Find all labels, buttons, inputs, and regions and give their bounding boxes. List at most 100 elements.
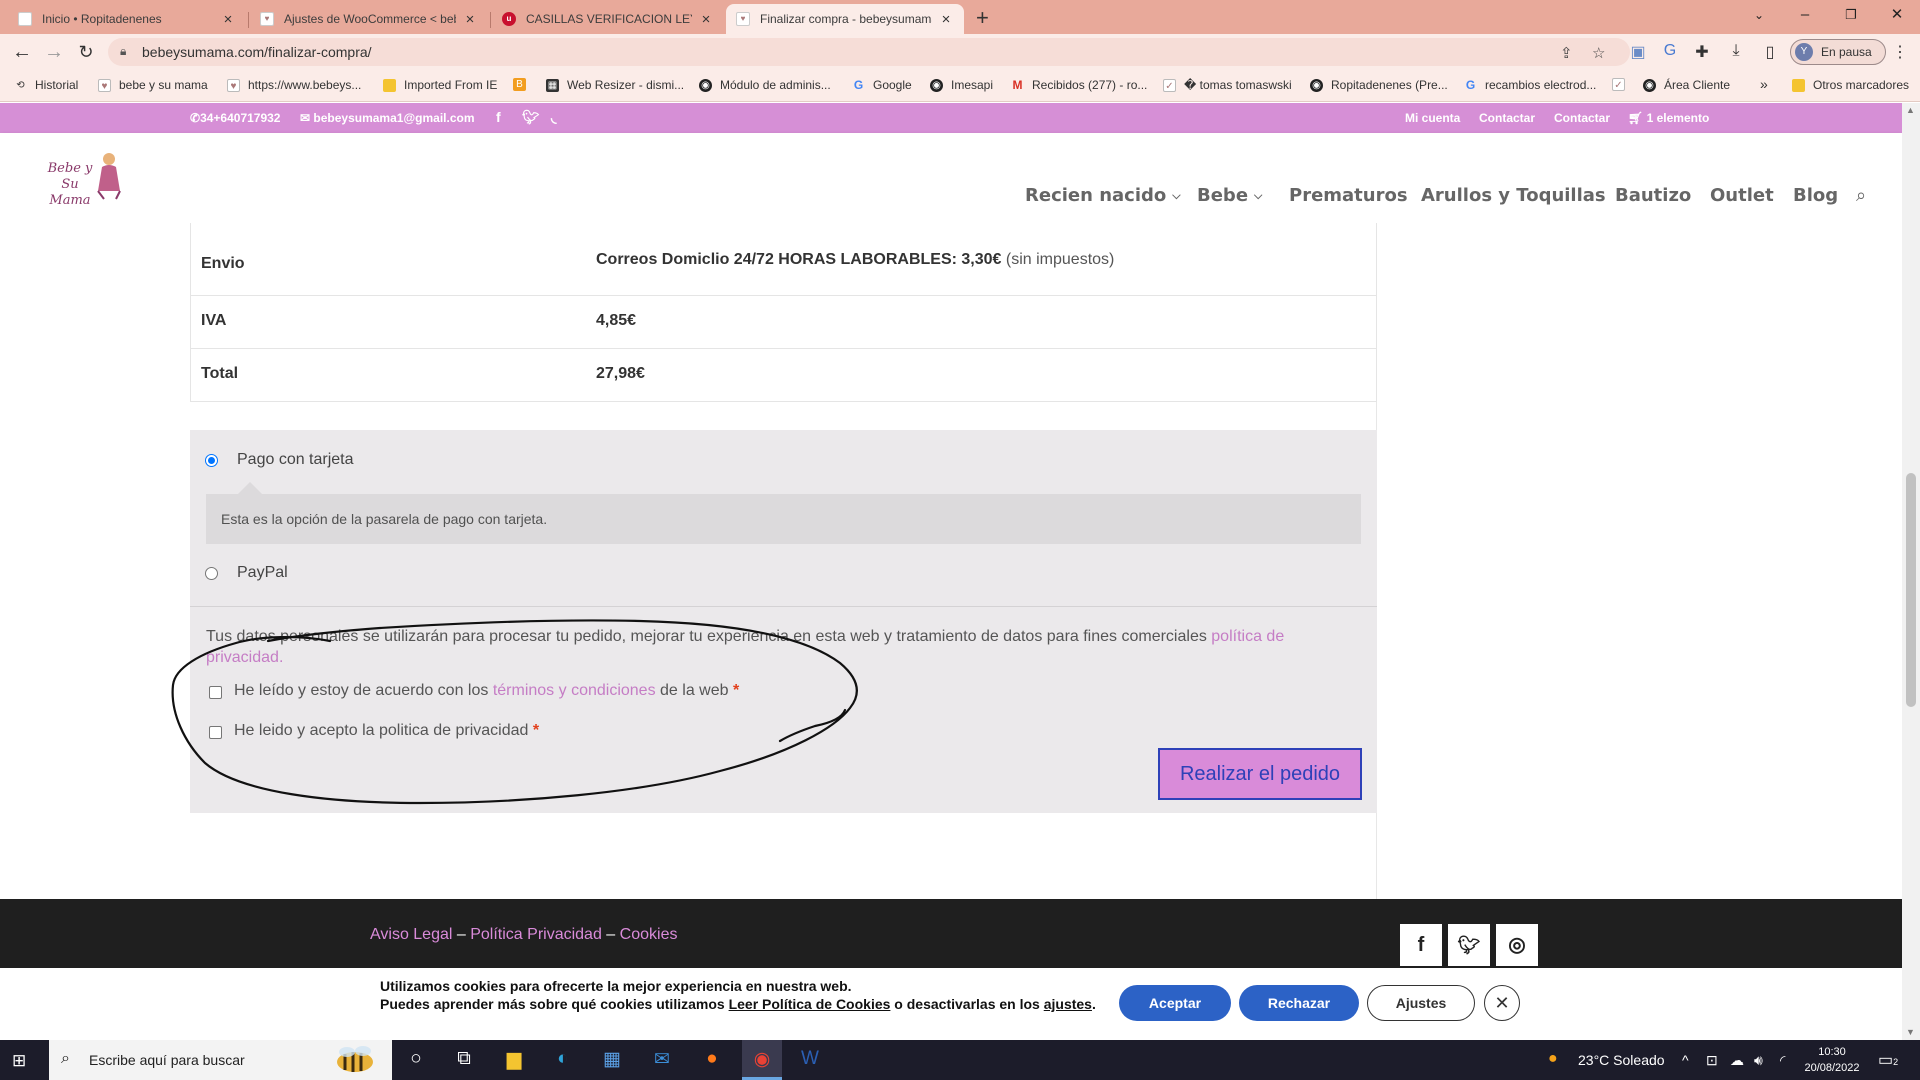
reject-cookies-button[interactable]: Rechazar: [1239, 985, 1359, 1021]
onedrive-icon[interactable]: ☁: [1730, 1052, 1744, 1069]
page-scrollbar[interactable]: ▲ ▼: [1902, 103, 1920, 1040]
nav-arullos-toquillas[interactable]: Arullos y Toquillas: [1421, 185, 1606, 206]
bookmark-star-icon[interactable]: ☆: [1592, 44, 1605, 62]
task-view-icon[interactable]: ⧉: [444, 1048, 484, 1070]
facebook-icon[interactable]: f: [1400, 924, 1442, 966]
contact-link[interactable]: Contactar: [1479, 111, 1535, 125]
bookmark-web-resizer[interactable]: ▦ Web Resizer - dismi...: [546, 78, 684, 92]
legal-notice-link[interactable]: Aviso Legal: [370, 926, 452, 943]
paypal-radio[interactable]: [205, 567, 218, 580]
bookmark-recambios[interactable]: Grecambios electrod...: [1464, 78, 1597, 92]
bookmark-google[interactable]: G Google: [852, 78, 912, 92]
scroll-up-icon[interactable]: ▲: [1906, 105, 1915, 115]
bookmark-gmail[interactable]: M Recibidos (277) - ro...: [1011, 78, 1148, 92]
privacy-policy-footer-link[interactable]: Política Privacidad: [470, 926, 602, 943]
puzzle-extensions-icon[interactable]: ✚: [1692, 42, 1712, 62]
cortana-icon[interactable]: ○: [396, 1048, 436, 1070]
side-panel-icon[interactable]: ▯: [1760, 42, 1780, 62]
share-icon[interactable]: ⇪: [1560, 44, 1573, 62]
bookmark-page[interactable]: ✓: [1612, 78, 1633, 91]
weather-text[interactable]: 23°C Soleado: [1578, 1052, 1665, 1068]
bookmark-tomas[interactable]: ✓ � tomas tomaswski: [1163, 78, 1292, 92]
nav-prematuros[interactable]: Prematuros: [1289, 185, 1408, 206]
bookmark-blogger[interactable]: B: [513, 78, 534, 91]
email-link[interactable]: ✉ bebeysumama1@gmail.com: [300, 111, 475, 125]
phone-link[interactable]: ✆34+640717932: [190, 111, 280, 125]
close-tab-icon[interactable]: ×: [698, 11, 714, 28]
instagram-icon[interactable]: ◎: [1496, 924, 1538, 966]
bookmark-area-cliente[interactable]: ◉ Área Cliente: [1643, 78, 1730, 92]
lock-icon[interactable]: 🔒︎: [120, 44, 126, 59]
network-icon[interactable]: ⊡: [1706, 1052, 1718, 1069]
translate-icon[interactable]: G: [1660, 42, 1680, 60]
rss-icon[interactable]: ◟: [551, 109, 556, 126]
other-bookmarks-folder[interactable]: Otros marcadores: [1792, 78, 1909, 92]
scroll-down-icon[interactable]: ▼: [1906, 1027, 1915, 1037]
edge-icon[interactable]: ◐: [543, 1048, 583, 1070]
download-icon[interactable]: ⤓: [1726, 42, 1746, 60]
tab-finalizar-compra[interactable]: ♥ Finalizar compra - bebeysumama ×: [726, 4, 964, 34]
cookie-policy-link[interactable]: Leer Política de Cookies: [729, 996, 891, 1012]
facebook-icon[interactable]: f: [496, 109, 501, 125]
notifications-icon[interactable]: ▭2: [1878, 1050, 1898, 1070]
bookmark-bebe-y-su-mama[interactable]: ♥ bebe y su mama: [98, 78, 208, 92]
twitter-icon[interactable]: 🐦︎: [522, 109, 540, 126]
back-icon[interactable]: ←: [10, 40, 34, 64]
privacy-check-label[interactable]: He leido y acepto la politica de privaci…: [234, 722, 539, 740]
nav-bautizo[interactable]: Bautizo: [1615, 185, 1691, 206]
scroll-thumb[interactable]: [1906, 473, 1916, 707]
tab-search-icon[interactable]: ⌄: [1736, 0, 1782, 30]
taskbar-clock[interactable]: 10:30 20/08/2022: [1804, 1044, 1860, 1076]
bookmark-imported-from-ie[interactable]: Imported From IE: [383, 78, 497, 92]
show-hidden-icons[interactable]: ^: [1682, 1052, 1689, 1068]
cookie-settings-link[interactable]: ajustes: [1044, 996, 1092, 1012]
weather-sun-icon[interactable]: ●: [1548, 1050, 1558, 1068]
bookmark-historial[interactable]: ⟲ Historial: [14, 78, 78, 92]
word-icon[interactable]: W: [790, 1048, 830, 1070]
minimize-icon[interactable]: –: [1782, 0, 1828, 30]
volume-icon[interactable]: 🔊︎: [1754, 1052, 1763, 1069]
firefox-icon[interactable]: ●: [692, 1048, 732, 1070]
nav-recien-nacido[interactable]: Recien nacido ⌵: [1025, 185, 1181, 206]
profile-button[interactable]: Y En pausa: [1790, 39, 1886, 65]
tab-woocommerce[interactable]: ♥ Ajustes de WooCommerce < beb ×: [250, 4, 488, 34]
url-text[interactable]: bebeysumama.com/finalizar-compra/: [142, 44, 372, 60]
close-window-icon[interactable]: ✕: [1874, 0, 1920, 30]
wifi-icon[interactable]: ◜: [1780, 1052, 1785, 1069]
nav-blog[interactable]: Blog: [1793, 185, 1838, 206]
paypal-label[interactable]: PayPal: [237, 564, 288, 582]
restore-icon[interactable]: ❐: [1828, 0, 1874, 30]
card-payment-radio[interactable]: [205, 454, 218, 467]
menu-kebab-icon[interactable]: ⋮: [1890, 42, 1910, 62]
nav-outlet[interactable]: Outlet: [1710, 185, 1774, 206]
terms-label[interactable]: He leído y estoy de acuerdo con los térm…: [234, 682, 739, 700]
cart-link[interactable]: 🛒︎ 1 elemento: [1628, 111, 1709, 125]
bookmark-modulo-admin[interactable]: ◉ Módulo de adminis...: [699, 78, 831, 92]
extension-icon[interactable]: ▣: [1628, 42, 1648, 62]
forward-icon[interactable]: →: [42, 40, 66, 64]
my-account-link[interactable]: Mi cuenta: [1405, 111, 1460, 125]
contact-link-2[interactable]: Contactar: [1554, 111, 1610, 125]
close-tab-icon[interactable]: ×: [462, 11, 478, 28]
close-tab-icon[interactable]: ×: [220, 11, 236, 28]
address-bar[interactable]: 🔒︎ bebeysumama.com/finalizar-compra/ ⇪ ☆: [108, 38, 1630, 66]
bookmark-bebeys-url[interactable]: ♥ https://www.bebeys...: [227, 78, 361, 92]
accept-cookies-button[interactable]: Aceptar: [1119, 985, 1231, 1021]
mail-icon[interactable]: ✉: [642, 1048, 682, 1071]
close-tab-icon[interactable]: ×: [938, 11, 954, 28]
card-payment-label[interactable]: Pago con tarjeta: [237, 451, 354, 469]
terms-link[interactable]: términos y condiciones: [493, 682, 656, 699]
bookmark-ropitadenenes[interactable]: ◉ Ropitadenenes (Pre...: [1310, 78, 1448, 92]
search-icon[interactable]: ⌕: [1856, 185, 1866, 206]
more-bookmarks-icon[interactable]: »: [1760, 76, 1768, 92]
tab-inicio[interactable]: Inicio • Ropitadenenes ×: [8, 4, 246, 34]
close-icon[interactable]: ✕: [1484, 985, 1520, 1021]
privacy-checkbox[interactable]: [209, 726, 222, 739]
site-logo[interactable]: Bebe y Su Mama: [36, 151, 126, 208]
store-icon[interactable]: ▦: [592, 1048, 632, 1071]
windows-start-icon[interactable]: ⊞: [12, 1051, 26, 1071]
place-order-button[interactable]: Realizar el pedido: [1158, 748, 1362, 800]
bookmark-imesapi[interactable]: ◉ Imesapi: [930, 78, 993, 92]
cookies-link[interactable]: Cookies: [620, 926, 678, 943]
tab-casillas[interactable]: u CASILLAS VERIFICACION LEY PR ×: [492, 4, 724, 34]
